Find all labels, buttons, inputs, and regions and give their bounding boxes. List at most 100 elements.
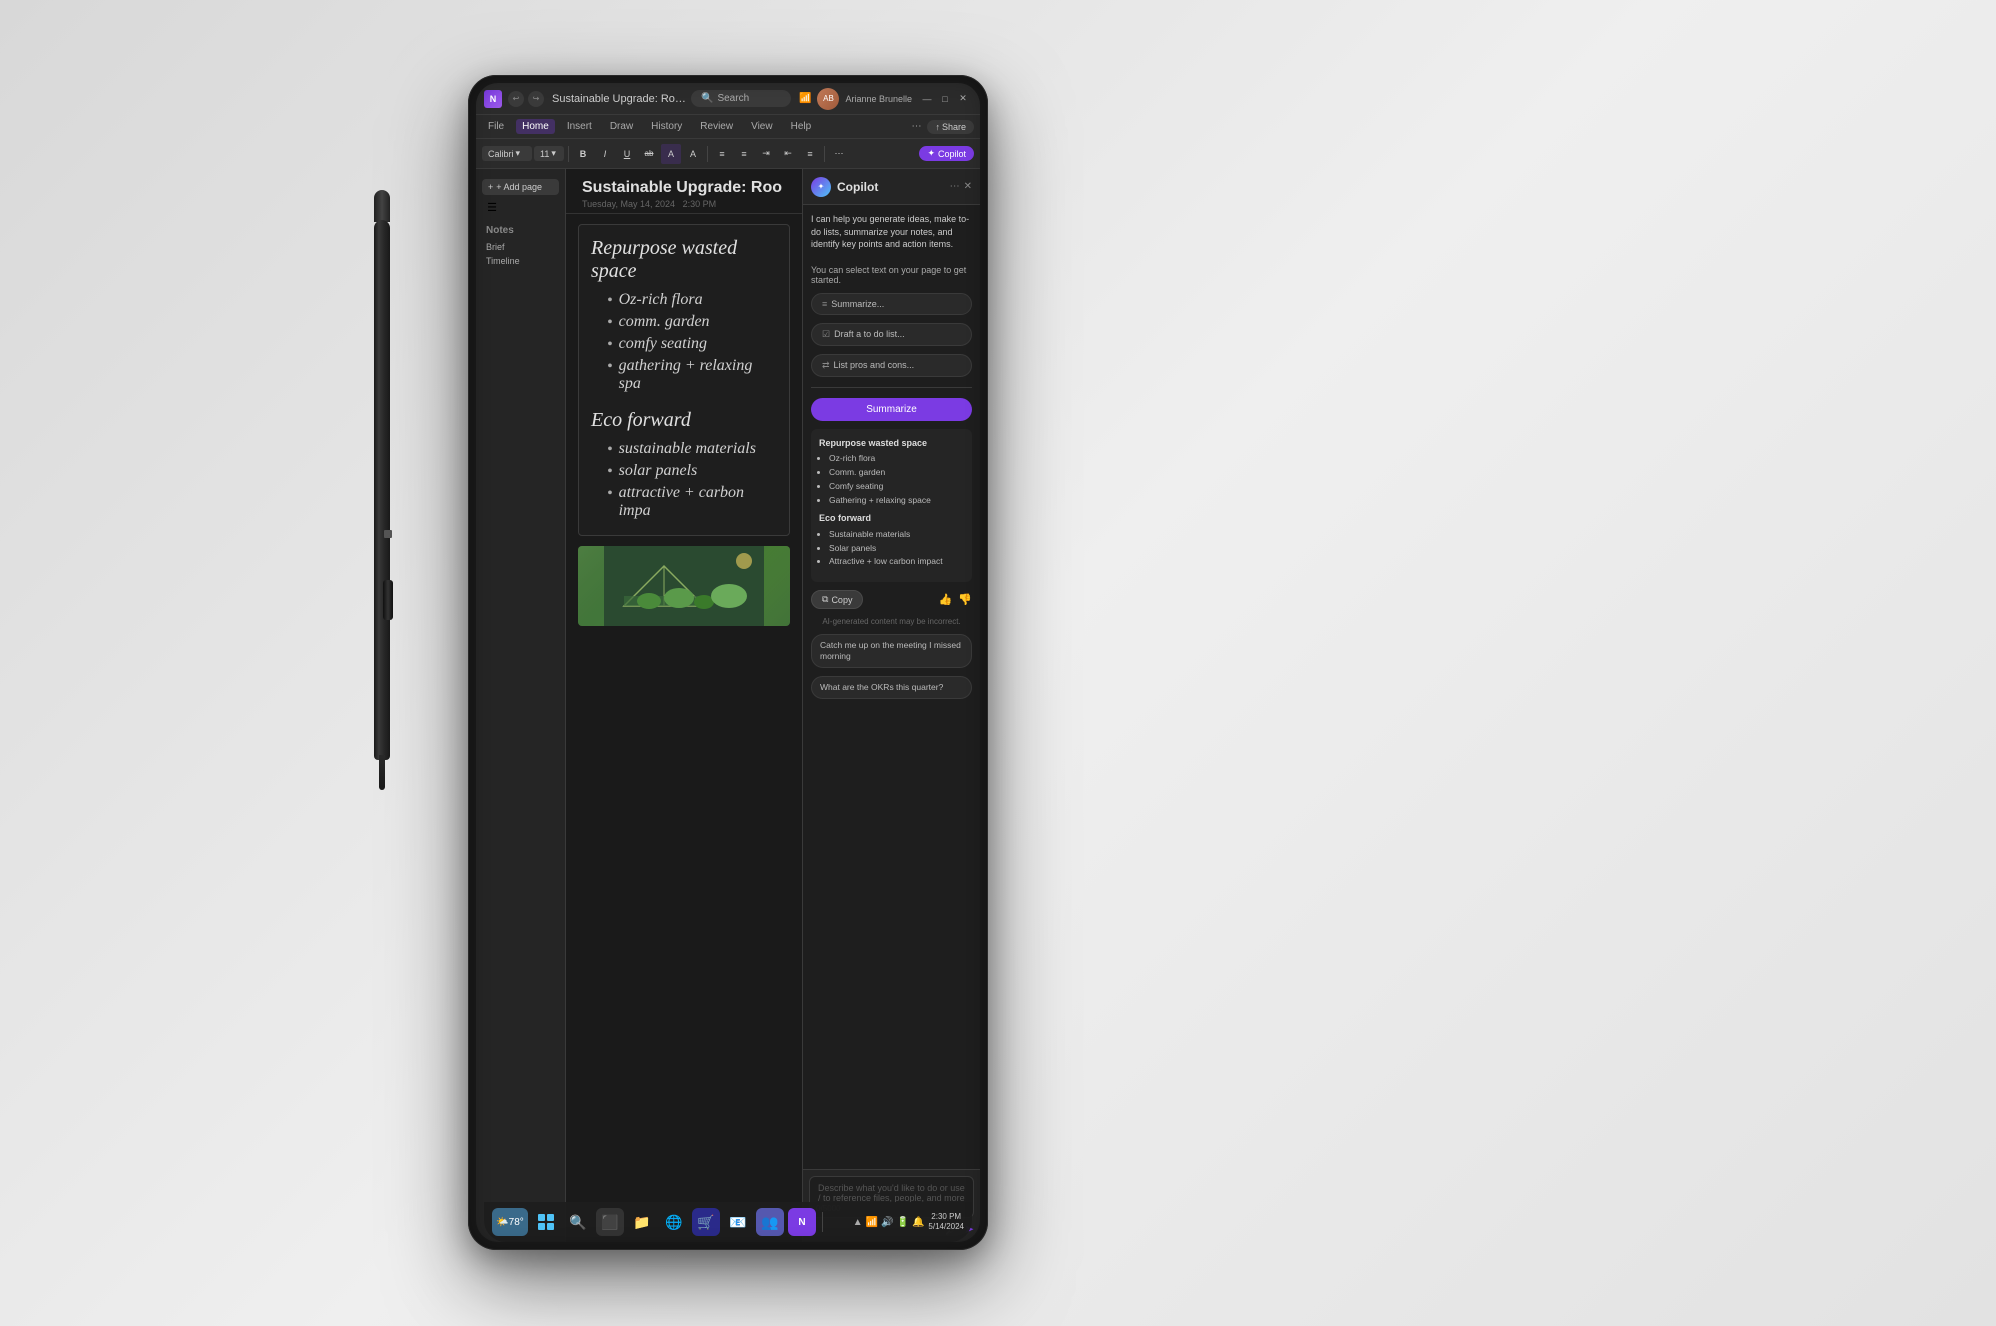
tab-insert[interactable]: Insert <box>561 119 598 134</box>
add-page-button[interactable]: + + Add page <box>482 179 559 195</box>
thumbs-down-button[interactable]: 👎 <box>958 593 972 606</box>
task-view-button[interactable]: ⬛ <box>596 1208 624 1236</box>
edge-browser-button[interactable]: 🌐 <box>660 1208 688 1236</box>
main-content: + + Add page ☰ Notes Brief Timeline <box>476 169 980 1242</box>
bold-button[interactable]: B <box>573 144 593 164</box>
font-size-selector[interactable]: 11 ▾ <box>534 146 564 161</box>
surface-pen <box>368 190 396 780</box>
teams-button[interactable]: 👥 <box>756 1208 784 1236</box>
network-icon: 📶 <box>866 1217 878 1228</box>
win-q3 <box>538 1223 545 1230</box>
copilot-title: Copilot <box>837 180 944 194</box>
sidebar-page-brief[interactable]: Brief <box>482 240 559 254</box>
highlight-button[interactable]: A <box>661 144 681 164</box>
suggestion-pros-cons[interactable]: ⇄ List pros and cons... <box>811 354 972 377</box>
file-explorer-button[interactable]: 📁 <box>628 1208 656 1236</box>
align-button[interactable]: ≡ <box>800 144 820 164</box>
notifications-icon[interactable]: 🔔 <box>912 1217 924 1228</box>
maximize-button[interactable]: □ <box>936 88 954 110</box>
minimize-button[interactable]: — <box>918 88 936 110</box>
summary-list-1: Oz-rich flora Comm. garden Comfy seating… <box>819 452 964 506</box>
sidebar-menu-icon[interactable]: ☰ <box>484 199 500 215</box>
toolbar-separator3 <box>824 146 825 162</box>
bullet-1-3: comfy seating <box>607 335 777 354</box>
expand-tray-icon[interactable]: ▲ <box>853 1217 863 1228</box>
note-image <box>578 546 790 626</box>
search-bar[interactable]: 🔍 Search <box>691 90 791 107</box>
copilot-label: Copilot <box>938 149 966 159</box>
copilot-toolbar-button[interactable]: ✦ Copilot <box>919 146 974 161</box>
sidebar-pages: Notes Brief Timeline <box>476 223 565 268</box>
tab-file[interactable]: File <box>482 119 510 134</box>
close-button[interactable]: ✕ <box>954 88 972 110</box>
strikethrough-button[interactable]: ab <box>639 144 659 164</box>
summary-item-1-3: Comfy seating <box>829 480 964 493</box>
search-icon: 🔍 <box>701 93 713 104</box>
volume-icon: 🔊 <box>881 1217 893 1228</box>
note-canvas: Repurpose wasted space Oz-rich flora com… <box>566 214 802 636</box>
bullet-2-1: sustainable materials <box>607 440 777 459</box>
thumbs-up-button[interactable]: 👍 <box>939 593 953 606</box>
search-taskbar-button[interactable]: 🔍 <box>564 1208 592 1236</box>
more-formatting-button[interactable]: ⋯ <box>829 144 849 164</box>
redo-button[interactable]: ↪ <box>528 91 544 107</box>
proscons-icon: ⇄ <box>822 360 830 371</box>
add-icon: + <box>488 182 493 192</box>
underline-button[interactable]: U <box>617 144 637 164</box>
more-btn[interactable]: ⋯ <box>911 121 921 132</box>
handwritten-title-2: Eco forward <box>591 409 777 432</box>
input-placeholder: Describe what you'd like to do or use / … <box>818 1183 965 1203</box>
note-header: Sustainable Upgrade: Roo Tuesday, May 14… <box>566 169 802 214</box>
win-q1 <box>538 1214 545 1221</box>
copilot-panel: ✦ Copilot ⋯ ✕ I can help you generate id… <box>802 169 980 1242</box>
suggestion-todo[interactable]: ☑ Draft a to do list... <box>811 323 972 346</box>
summary-section2-title: Eco forward <box>819 512 964 526</box>
share-button[interactable]: ↑ Share <box>927 120 974 134</box>
copilot-intro-text: I can help you generate ideas, make to-d… <box>811 213 972 251</box>
pen-top <box>374 190 390 222</box>
copilot-star-icon: ✦ <box>927 148 935 159</box>
italic-button[interactable]: I <box>595 144 615 164</box>
title-bar: N ↩ ↪ Sustainable Upgrade: Rooftop 🔍 Sea… <box>476 83 980 115</box>
tab-review[interactable]: Review <box>694 119 739 134</box>
copy-icon: ⧉ <box>822 594 828 605</box>
summary-item-2-2: Solar panels <box>829 542 964 555</box>
win-q2 <box>547 1214 554 1221</box>
tab-view[interactable]: View <box>745 119 779 134</box>
add-page-label: + Add page <box>496 182 542 192</box>
tab-draw[interactable]: Draw <box>604 119 639 134</box>
font-selector[interactable]: Calibri ▾ <box>482 146 532 161</box>
summary-item-2-1: Sustainable materials <box>829 528 964 541</box>
handwritten-title-1: Repurpose wasted space <box>591 237 777 283</box>
bullet-1-2: comm. garden <box>607 313 777 332</box>
summarize-active-button[interactable]: Summarize <box>811 398 972 421</box>
summary-item-1-4: Gathering + relaxing space <box>829 494 964 507</box>
onenote-taskbar-button[interactable]: N <box>788 1208 816 1236</box>
mail-button[interactable]: 📧 <box>724 1208 752 1236</box>
taskbar-time-value: 2:30 PM <box>928 1212 964 1222</box>
chip-catch-up[interactable]: Catch me up on the meeting I missed morn… <box>811 634 972 668</box>
copy-button[interactable]: ⧉ Copy <box>811 590 863 609</box>
undo-button[interactable]: ↩ <box>508 91 524 107</box>
taskbar-right: ▲ 📶 🔊 🔋 🔔 2:30 PM 5/14/2024 <box>853 1212 964 1233</box>
outdent-button[interactable]: ⇤ <box>778 144 798 164</box>
copilot-close-button[interactable]: ✕ <box>964 181 972 192</box>
toolbar-separator <box>568 146 569 162</box>
store-button[interactable]: 🛒 <box>692 1208 720 1236</box>
numbering-button[interactable]: ≡ <box>734 144 754 164</box>
font-color-button[interactable]: A <box>683 144 703 164</box>
windows-logo <box>538 1214 554 1230</box>
suggestion-summarize[interactable]: ≡ Summarize... <box>811 293 972 315</box>
onenote-app: N ↩ ↪ Sustainable Upgrade: Rooftop 🔍 Sea… <box>476 83 980 1242</box>
tab-home[interactable]: Home <box>516 119 555 134</box>
bullets-button[interactable]: ≡ <box>712 144 732 164</box>
start-button[interactable] <box>532 1208 560 1236</box>
copilot-more-button[interactable]: ⋯ <box>950 181 960 192</box>
todo-icon: ☑ <box>822 329 830 340</box>
copilot-body: I can help you generate ideas, make to-d… <box>803 205 980 1169</box>
tab-history[interactable]: History <box>645 119 688 134</box>
sidebar-page-timeline[interactable]: Timeline <box>482 254 559 268</box>
tab-help[interactable]: Help <box>785 119 818 134</box>
indent-button[interactable]: ⇥ <box>756 144 776 164</box>
chip-okrs[interactable]: What are the OKRs this quarter? <box>811 676 972 699</box>
